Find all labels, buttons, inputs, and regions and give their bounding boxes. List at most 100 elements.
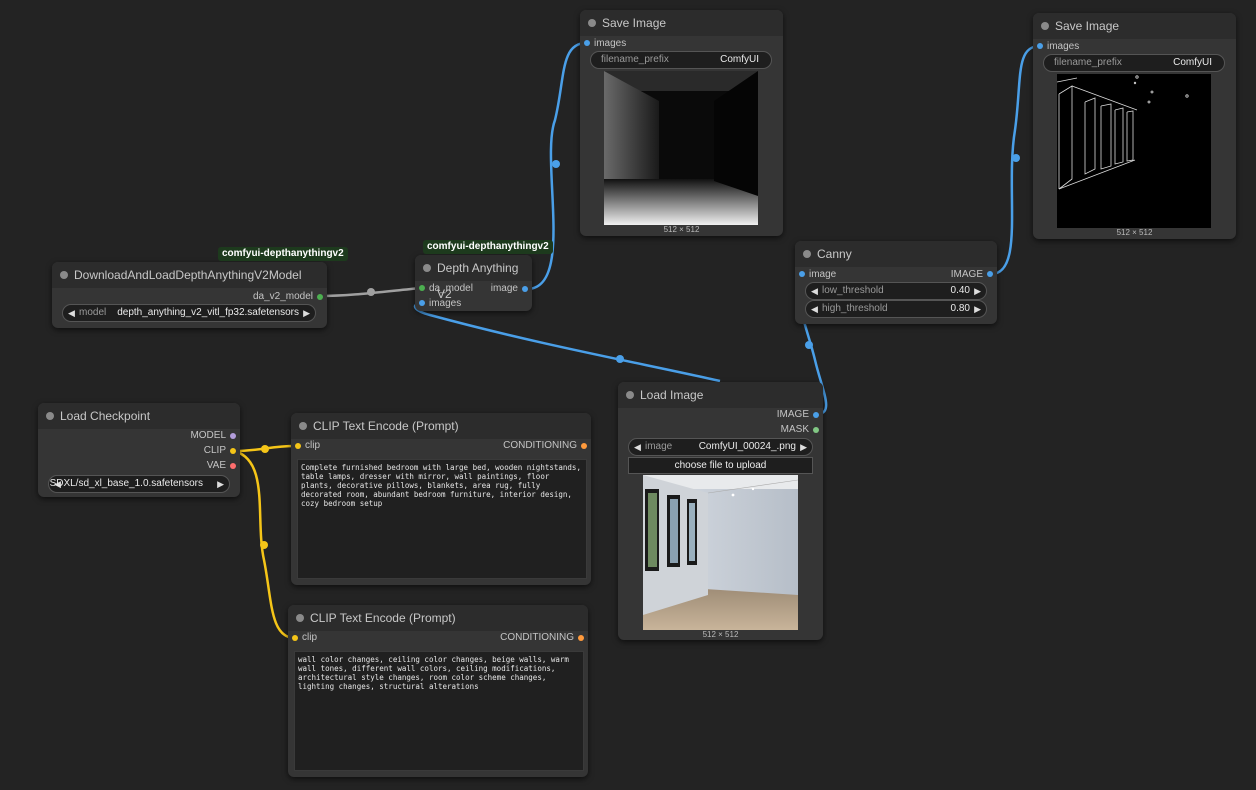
output-da-v2-model: da_v2_model bbox=[252, 291, 313, 302]
node-title[interactable]: Depth Anything V2 bbox=[415, 255, 532, 301]
arrow-right-icon[interactable]: ▶ bbox=[800, 439, 807, 455]
model-select-widget[interactable]: ◀ model depth_anything_v2_vitl_fp32.safe… bbox=[62, 304, 316, 322]
canny-edges-preview-image bbox=[1057, 74, 1211, 228]
node-title[interactable]: CLIP Text Encode (Prompt) bbox=[288, 605, 588, 631]
collapse-dot-icon[interactable] bbox=[423, 264, 431, 272]
input-slot-dot[interactable] bbox=[419, 300, 425, 306]
widget-value: ComfyUI bbox=[720, 54, 759, 65]
widget-label: image bbox=[645, 441, 673, 452]
collapse-dot-icon[interactable] bbox=[296, 614, 304, 622]
arrow-left-icon[interactable]: ◀ bbox=[811, 301, 818, 317]
output-image: IMAGE bbox=[950, 269, 983, 280]
node-title-text: Load Image bbox=[640, 388, 704, 402]
collapse-dot-icon[interactable] bbox=[626, 391, 634, 399]
node-depth-loader[interactable]: DownloadAndLoadDepthAnythingV2Model da_v… bbox=[52, 262, 327, 328]
input-clip: clip bbox=[305, 440, 321, 451]
node-title[interactable]: Save Image bbox=[1033, 13, 1236, 39]
widget-value: 0.40 bbox=[950, 285, 970, 296]
widget-label: model bbox=[79, 307, 107, 318]
collapse-dot-icon[interactable] bbox=[803, 250, 811, 258]
prompt-textarea[interactable]: Complete furnished bedroom with large be… bbox=[297, 459, 587, 579]
output-slot-dot[interactable] bbox=[230, 463, 236, 469]
output-slot-dot[interactable] bbox=[813, 427, 819, 433]
arrow-right-icon[interactable]: ▶ bbox=[303, 305, 310, 321]
node-title[interactable]: Save Image bbox=[580, 10, 783, 36]
input-slot-dot[interactable] bbox=[419, 285, 425, 291]
collapse-dot-icon[interactable] bbox=[299, 422, 307, 430]
widget-value: ComfyUI_00024_.png bbox=[698, 441, 796, 452]
node-title-text: Save Image bbox=[602, 16, 667, 30]
depth-map-preview-image bbox=[604, 71, 758, 225]
node-clip-text-encode-1[interactable]: CLIP Text Encode (Prompt) clip CONDITION… bbox=[291, 413, 591, 585]
input-clip: clip bbox=[302, 632, 318, 643]
widget-value: depth_anything_v2_vitl_fp32.safetensors bbox=[117, 307, 299, 318]
checkpoint-select-widget[interactable]: ◀ SDXL/sd_xl_base_1.0.safetensors ▶ bbox=[48, 475, 230, 493]
widget-label: low_threshold bbox=[822, 285, 884, 296]
node-title-text: CLIP Text Encode (Prompt) bbox=[313, 419, 459, 433]
link-damodel bbox=[319, 286, 422, 298]
node-badge-depth-anything: comfyui-depthanythingv2 bbox=[423, 240, 553, 254]
arrow-right-icon[interactable]: ▶ bbox=[217, 476, 224, 492]
image-size-caption: 512 × 512 bbox=[702, 630, 739, 639]
arrow-left-icon[interactable]: ◀ bbox=[634, 439, 641, 455]
filename-prefix-widget[interactable]: filename_prefix ComfyUI bbox=[590, 51, 772, 69]
link-clip1 bbox=[233, 444, 296, 453]
node-title[interactable]: DownloadAndLoadDepthAnythingV2Model bbox=[52, 262, 327, 288]
prompt-textarea[interactable]: wall color changes, ceiling color change… bbox=[294, 651, 584, 771]
collapse-dot-icon[interactable] bbox=[60, 271, 68, 279]
node-canny[interactable]: Canny image IMAGE ◀ low_threshold 0.40 ▶… bbox=[795, 241, 997, 324]
input-slot-dot[interactable] bbox=[1037, 43, 1043, 49]
node-title[interactable]: Canny bbox=[795, 241, 997, 267]
collapse-dot-icon[interactable] bbox=[588, 19, 596, 27]
arrow-right-icon[interactable]: ▶ bbox=[974, 283, 981, 299]
node-title-text: Canny bbox=[817, 247, 852, 261]
arrow-left-icon[interactable]: ◀ bbox=[811, 283, 818, 299]
node-save-image-2[interactable]: Save Image images filename_prefix ComfyU… bbox=[1033, 13, 1236, 239]
node-clip-text-encode-2[interactable]: CLIP Text Encode (Prompt) clip CONDITION… bbox=[288, 605, 588, 777]
node-title[interactable]: Load Checkpoint bbox=[38, 403, 240, 429]
image-size-caption: 512 × 512 bbox=[663, 225, 700, 234]
node-save-image-1[interactable]: Save Image images filename_prefix ComfyU… bbox=[580, 10, 783, 236]
node-title-text: Save Image bbox=[1055, 19, 1120, 33]
node-title[interactable]: CLIP Text Encode (Prompt) bbox=[291, 413, 591, 439]
node-title[interactable]: Load Image bbox=[618, 382, 823, 408]
collapse-dot-icon[interactable] bbox=[1041, 22, 1049, 30]
output-slot-dot[interactable] bbox=[522, 286, 528, 292]
output-slot-dot[interactable] bbox=[581, 443, 587, 449]
output-conditioning: CONDITIONING bbox=[503, 440, 577, 451]
output-slot-dot[interactable] bbox=[987, 271, 993, 277]
widget-value: SDXL/sd_xl_base_1.0.safetensors bbox=[49, 478, 203, 489]
image-size-caption: 512 × 512 bbox=[1116, 228, 1153, 237]
collapse-dot-icon[interactable] bbox=[46, 412, 54, 420]
input-slot-dot[interactable] bbox=[292, 635, 298, 641]
output-slot-dot[interactable] bbox=[230, 433, 236, 439]
widget-value: ComfyUI bbox=[1173, 57, 1212, 68]
output-mask: MASK bbox=[780, 424, 809, 435]
arrow-right-icon[interactable]: ▶ bbox=[974, 301, 981, 317]
output-slot-dot[interactable] bbox=[317, 294, 323, 300]
choose-file-button[interactable]: choose file to upload bbox=[628, 457, 813, 474]
input-slot-dot[interactable] bbox=[799, 271, 805, 277]
node-depth-anything[interactable]: Depth Anything V2 da_model image images bbox=[415, 255, 532, 311]
widget-label: high_threshold bbox=[822, 303, 888, 314]
node-load-checkpoint[interactable]: Load Checkpoint MODEL CLIP VAE ◀ SDXL/sd… bbox=[38, 403, 240, 497]
high-threshold-widget[interactable]: ◀ high_threshold 0.80 ▶ bbox=[805, 300, 987, 318]
node-title-text: Load Checkpoint bbox=[60, 409, 151, 423]
output-slot-dot[interactable] bbox=[813, 412, 819, 418]
node-title-text: CLIP Text Encode (Prompt) bbox=[310, 611, 456, 625]
room-photo-preview-image bbox=[643, 475, 798, 630]
low-threshold-widget[interactable]: ◀ low_threshold 0.40 ▶ bbox=[805, 282, 987, 300]
node-load-image[interactable]: Load Image IMAGE MASK ◀ image ComfyUI_00… bbox=[618, 382, 823, 640]
filename-prefix-widget[interactable]: filename_prefix ComfyUI bbox=[1043, 54, 1225, 72]
image-select-widget[interactable]: ◀ image ComfyUI_00024_.png ▶ bbox=[628, 438, 813, 456]
node-title-text: DownloadAndLoadDepthAnythingV2Model bbox=[74, 268, 302, 282]
input-slot-dot[interactable] bbox=[295, 443, 301, 449]
input-slot-dot[interactable] bbox=[584, 40, 590, 46]
arrow-left-icon[interactable]: ◀ bbox=[68, 305, 75, 321]
output-image: IMAGE bbox=[776, 409, 809, 420]
widget-label: filename_prefix bbox=[1054, 57, 1122, 68]
output-slot-dot[interactable] bbox=[230, 448, 236, 454]
output-slot-dot[interactable] bbox=[578, 635, 584, 641]
input-images: images bbox=[1047, 41, 1080, 52]
input-da-model: da_model bbox=[429, 283, 473, 294]
